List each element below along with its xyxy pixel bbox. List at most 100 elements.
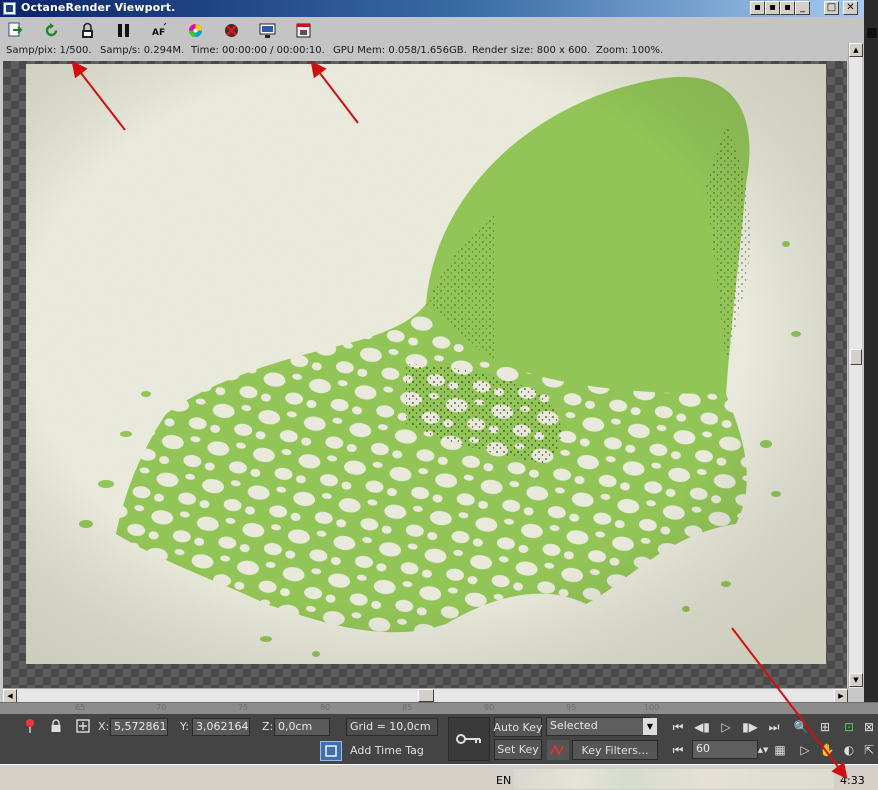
timeline-tick: 100	[644, 703, 660, 712]
time-tag-icon	[325, 745, 337, 757]
caption-button-1[interactable]: ▪	[750, 1, 765, 15]
samples-per-pixel: Samp/pix: 1/500.	[6, 45, 92, 56]
isolate-button[interactable]	[22, 717, 38, 735]
caption-button-3[interactable]: ▪	[780, 1, 795, 15]
dropdown-chevron-icon[interactable]: ▼	[643, 718, 657, 735]
key-set-dropdown[interactable]: Selected	[546, 717, 650, 736]
absolute-mode-button[interactable]	[74, 717, 92, 735]
zoom-icon[interactable]: 🔍	[792, 717, 810, 737]
restart-render-button[interactable]	[40, 20, 62, 40]
y-coord-field[interactable]: 3,062164ci	[192, 718, 250, 736]
vertical-scroll-thumb[interactable]	[850, 349, 862, 365]
set-key-button[interactable]: Set Key	[494, 739, 542, 760]
timeline-tick: 70	[156, 703, 167, 712]
selected-value: Selected	[550, 719, 598, 732]
orbit-icon[interactable]: ◐	[840, 740, 858, 760]
field-of-view-icon[interactable]: ▷	[796, 740, 814, 760]
svg-text:AF: AF	[152, 28, 165, 38]
color-picker-icon	[188, 23, 202, 37]
set-key-mode-button[interactable]	[448, 717, 490, 761]
vertical-scrollbar[interactable]: ▲ ▼	[848, 43, 863, 688]
scroll-left-button[interactable]: ◀	[3, 689, 17, 703]
transform-mode-icon	[76, 719, 90, 733]
timeline-tick: 85	[402, 703, 413, 712]
pan-hand-icon[interactable]: ✋	[818, 740, 836, 760]
window-title-bar[interactable]: OctaneRender Viewport. ▪ ▪ ▪ _ □ ✕	[0, 0, 864, 17]
background-app-edge	[864, 0, 878, 702]
zoom-extents-all-icon[interactable]: ⊠	[860, 717, 878, 737]
auto-key-button[interactable]: Auto Key	[494, 717, 543, 737]
time-tag-button[interactable]	[320, 741, 342, 761]
auto-focus-button[interactable]: AF	[148, 20, 170, 40]
scroll-up-button[interactable]: ▲	[849, 43, 863, 57]
render-window-button[interactable]	[292, 20, 314, 40]
taskbar-clock[interactable]: 4:33	[840, 774, 865, 787]
timeline-tick: 95	[566, 703, 577, 712]
x-coord-label: X:	[98, 720, 110, 733]
window-title: OctaneRender Viewport.	[21, 1, 176, 14]
zoom-all-icon[interactable]: ⊞	[816, 717, 834, 737]
selection-lock-button[interactable]	[48, 717, 64, 735]
add-time-tag-label[interactable]: Add Time Tag	[350, 744, 424, 757]
color-picker-button[interactable]	[184, 20, 206, 40]
lock-button[interactable]	[76, 20, 98, 40]
go-to-end-icon[interactable]: ⏭	[764, 717, 784, 737]
play-icon[interactable]: ▷	[716, 717, 736, 737]
go-to-start-icon[interactable]: ⏮	[668, 717, 688, 737]
curve-icon	[550, 744, 564, 756]
key-icon	[456, 734, 481, 744]
maximize-button[interactable]: □	[824, 1, 839, 15]
timeline-ruler[interactable]: 65 70 75 80 85 90 95 100	[0, 702, 878, 714]
z-coord-field[interactable]: 0,0cm	[274, 718, 330, 736]
scroll-down-button[interactable]: ▼	[849, 673, 863, 687]
close-button[interactable]: ✕	[843, 1, 858, 15]
pin-icon	[26, 719, 34, 733]
key-mode-toggle[interactable]	[547, 740, 569, 760]
gpu-memory: GPU Mem: 0.058/1.656GB.	[333, 45, 467, 56]
zoom-level: Zoom: 100%.	[596, 45, 664, 56]
caption-button-4[interactable]: _	[795, 1, 810, 15]
clay-mode-button[interactable]	[220, 20, 242, 40]
export-render-icon	[8, 22, 22, 36]
lock-icon	[51, 719, 61, 732]
current-frame-field[interactable]: 60	[692, 740, 758, 759]
auto-focus-icon: AF	[152, 22, 166, 38]
render-viewport[interactable]	[3, 61, 847, 688]
render-image	[26, 64, 826, 664]
render-size: Render size: 800 x 600.	[472, 45, 591, 56]
time-config-icon[interactable]: ▦	[770, 740, 790, 760]
region-render-icon	[259, 23, 275, 38]
x-coord-field[interactable]: 5,572861ci	[110, 718, 168, 736]
y-coord-label: Y:	[180, 720, 189, 733]
region-render-button[interactable]	[256, 20, 278, 40]
clay-mode-icon	[224, 23, 238, 37]
lock-icon	[81, 22, 93, 38]
restart-render-icon	[45, 22, 57, 36]
pause-icon	[117, 23, 129, 37]
frame-spinner-icon[interactable]: ▲▼	[758, 740, 769, 759]
language-indicator[interactable]: EN	[496, 774, 511, 787]
next-frame-icon[interactable]: ▮▶	[740, 717, 760, 737]
samples-per-second: Samp/s: 0.294M.	[100, 45, 185, 56]
previous-frame-icon[interactable]: ◀▮	[692, 717, 712, 737]
caption-button-2[interactable]: ▪	[765, 1, 780, 15]
key-filters-button[interactable]: Key Filters...	[572, 740, 658, 760]
system-tray-icons[interactable]	[514, 769, 834, 789]
timeline-tick: 80	[320, 703, 331, 712]
maximize-viewport-icon[interactable]: ⇱	[860, 740, 878, 760]
timeline-tick: 75	[238, 703, 249, 712]
grid-size-display: Grid = 10,0cm	[346, 718, 438, 736]
timeline-tick: 90	[484, 703, 495, 712]
scroll-right-button[interactable]: ▶	[834, 689, 848, 703]
horizontal-scrollbar[interactable]: ◀ ▶	[3, 688, 848, 703]
pause-button[interactable]	[112, 20, 134, 40]
timeline-tick: 65	[75, 703, 86, 712]
export-render-button[interactable]	[4, 20, 26, 40]
horizontal-scroll-thumb[interactable]	[418, 689, 434, 702]
render-time: Time: 00:00:00 / 00:00:10.	[191, 45, 325, 56]
liquid-splash-render	[26, 64, 826, 664]
zoom-extents-icon[interactable]: ⊡	[840, 717, 858, 737]
windows-taskbar: EN 4:33	[0, 764, 878, 790]
render-window-icon	[296, 23, 310, 37]
key-mode-icon[interactable]: ⏮	[668, 740, 688, 760]
